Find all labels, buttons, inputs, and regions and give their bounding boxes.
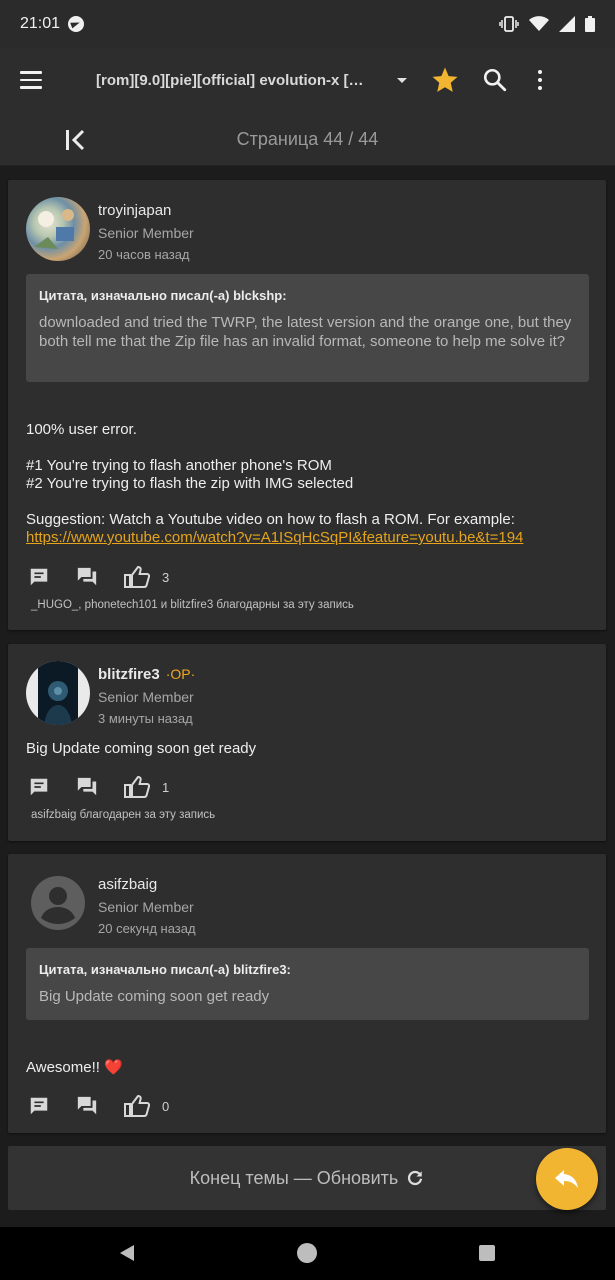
username-text[interactable]: blitzfire3	[98, 666, 160, 683]
post-time: 3 минуты назад	[98, 711, 193, 726]
thanks-text[interactable]: asifzbaig благодарен за эту запись	[31, 809, 215, 821]
body-line: Suggestion: Watch a Youtube video on how…	[26, 511, 515, 528]
star-icon[interactable]	[420, 48, 470, 112]
youtube-link[interactable]: https://www.youtube.com/watch?v=A1ISqHcS…	[26, 529, 596, 547]
reply-fab[interactable]	[536, 1148, 598, 1210]
comment-icon[interactable]	[28, 775, 76, 799]
post-body: Big Update coming soon get ready	[26, 740, 257, 757]
refresh-icon[interactable]	[406, 1169, 424, 1187]
more-options-icon[interactable]	[520, 48, 560, 112]
telegram-notification-icon	[68, 16, 85, 32]
comment-icon[interactable]	[28, 565, 76, 589]
post-actions: 3	[28, 565, 169, 589]
back-icon[interactable]	[118, 1244, 136, 1262]
app-bar: [rom][9.0][pie][official] evolution-x [b…	[0, 48, 615, 112]
quote-block: Цитата, изначально писал(-а) blitzfire3:…	[26, 948, 589, 1020]
battery-icon	[585, 16, 595, 32]
menu-icon[interactable]	[0, 48, 62, 112]
like-count: 1	[162, 779, 170, 795]
user-role: Senior Member	[98, 899, 194, 915]
vibrate-icon	[499, 16, 519, 32]
quote-header: Цитата, изначально писал(-а) blitzfire3:	[39, 962, 291, 977]
end-of-thread-label[interactable]: Конец темы — Обновить	[190, 1168, 399, 1189]
quote-block: Цитата, изначально писал(-а) blckshp: do…	[26, 274, 589, 382]
thread-title[interactable]: [rom][9.0][pie][official] evolution-x [b…	[62, 72, 372, 89]
post-actions: 0	[28, 1094, 169, 1118]
status-bar: 21:01	[0, 0, 615, 48]
user-role: Senior Member	[98, 689, 194, 705]
comment-icon[interactable]	[28, 1094, 76, 1118]
wifi-icon	[529, 16, 549, 31]
avatar[interactable]	[26, 197, 90, 261]
thanks-text[interactable]: _HUGO_, phonetech101 и blitzfire3 благод…	[31, 599, 354, 611]
body-line: #2 You're trying to flash the zip with I…	[26, 475, 354, 492]
post-card: troyinjapan Senior Member 20 часов назад…	[8, 180, 606, 630]
quote-reply-icon[interactable]	[76, 1094, 124, 1118]
chevron-down-icon[interactable]	[388, 48, 416, 112]
user-role: Senior Member	[98, 225, 194, 241]
username[interactable]: asifzbaig	[98, 876, 157, 893]
post-actions: 1	[28, 775, 169, 799]
signal-icon	[559, 16, 575, 32]
recent-apps-icon[interactable]	[479, 1245, 495, 1261]
quote-text: Big Update coming soon get ready	[39, 988, 270, 1005]
quote-text: downloaded and tried the TWRP, the lates…	[39, 314, 572, 350]
quote-header: Цитата, изначально писал(-а) blckshp:	[39, 288, 287, 303]
body-line: 100% user error.	[26, 421, 137, 438]
post-body: Awesome!! ❤️	[26, 1059, 123, 1076]
op-badge: ·OP·	[165, 666, 196, 682]
post-card: blitzfire3 ·OP· Senior Member 3 минуты на…	[8, 644, 606, 841]
body-line: #1 You're trying to flash another phone'…	[26, 457, 332, 474]
end-of-thread-refresh[interactable]: Конец темы — Обновить	[8, 1146, 606, 1210]
post-time: 20 часов назад	[98, 247, 190, 262]
page-indicator[interactable]: Страница 44 / 44	[0, 129, 615, 150]
post-time: 20 секунд назад	[98, 921, 196, 936]
like-count: 3	[162, 569, 170, 585]
post-card: asifzbaig Senior Member 20 секунд назад …	[8, 854, 606, 1133]
page-navigation: Страница 44 / 44	[0, 112, 615, 166]
like-count: 0	[162, 1098, 170, 1114]
default-avatar-icon[interactable]	[26, 871, 90, 935]
username[interactable]: blitzfire3 ·OP·	[98, 666, 195, 683]
avatar[interactable]	[26, 661, 90, 725]
username[interactable]: troyinjapan	[98, 202, 171, 219]
search-icon[interactable]	[470, 48, 520, 112]
post-body: 100% user error. #1 You're trying to fla…	[26, 421, 596, 547]
status-time: 21:01	[20, 15, 61, 32]
quote-reply-icon[interactable]	[76, 775, 124, 799]
system-navigation-bar	[0, 1227, 615, 1280]
home-icon[interactable]	[297, 1243, 317, 1263]
quote-reply-icon[interactable]	[76, 565, 124, 589]
reply-icon	[555, 1170, 578, 1188]
